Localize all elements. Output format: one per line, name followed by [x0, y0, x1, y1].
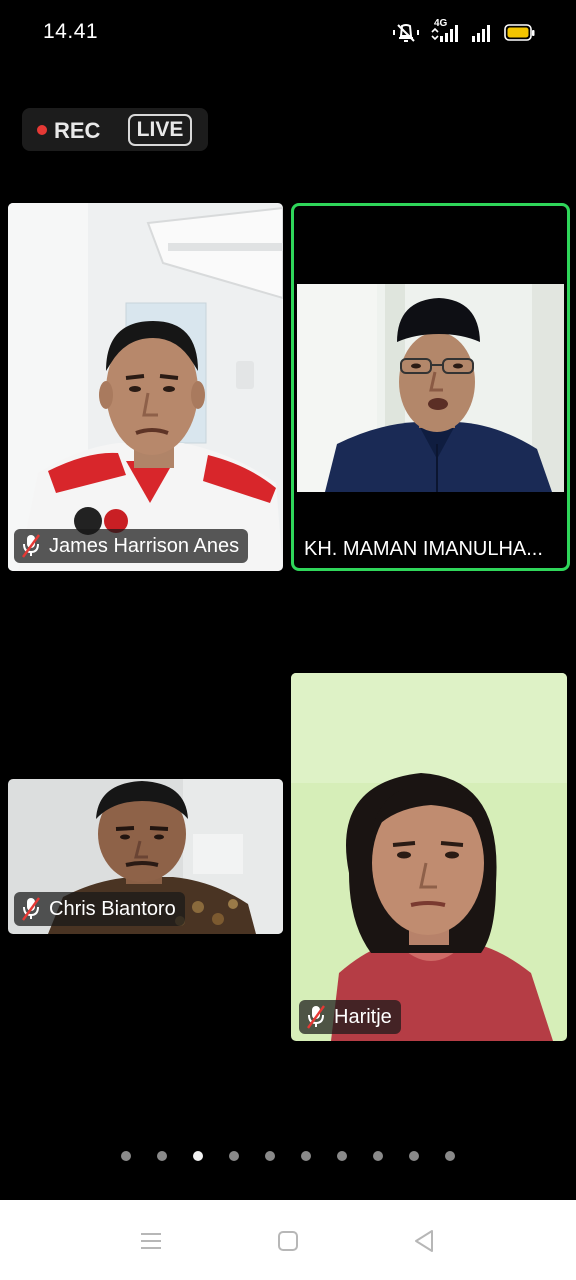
participant-name: Haritje — [334, 1005, 392, 1028]
page-dot[interactable] — [121, 1151, 131, 1161]
participant-name: KH. MAMAN IMANULHA... — [304, 537, 543, 560]
recent-apps-button[interactable] — [134, 1224, 168, 1258]
participant-name-tag: KH. MAMAN IMANULHA... — [298, 532, 552, 566]
page-indicator — [0, 1150, 576, 1162]
participant-name-tag: Chris Biantoro — [14, 892, 185, 926]
menu-icon — [141, 1233, 161, 1249]
vibrate-mute-icon — [392, 22, 420, 44]
video-tile-active-speaker[interactable]: KH. MAMAN IMANULHA... — [291, 203, 570, 571]
status-bar: 14.41 4G — [0, 0, 576, 64]
page-dot[interactable] — [157, 1151, 167, 1161]
page-dot[interactable] — [373, 1151, 383, 1161]
back-triangle-icon — [415, 1230, 433, 1252]
recording-indicator[interactable]: REC LIVE — [22, 108, 208, 151]
mic-muted-icon — [19, 533, 43, 559]
participant-video — [291, 673, 567, 1041]
participant-name-tag: James Harrison Anes — [14, 529, 249, 563]
page-dot[interactable] — [193, 1151, 203, 1161]
video-tile-chris-biantoro[interactable]: Chris Biantoro — [8, 779, 283, 934]
signal-4g-icon: 4G — [430, 18, 460, 44]
status-time: 14.41 — [43, 20, 99, 43]
status-icons: 4G — [392, 18, 536, 44]
video-tile-haritje[interactable]: Haritje — [291, 673, 567, 1041]
network-label: 4G — [434, 18, 448, 29]
page-dot[interactable] — [301, 1151, 311, 1161]
participant-name: James Harrison Anes — [49, 534, 240, 557]
participant-video — [297, 284, 564, 492]
rec-dot-icon — [37, 125, 47, 135]
page-dot[interactable] — [337, 1151, 347, 1161]
mic-muted-icon — [304, 1004, 328, 1030]
square-icon — [278, 1231, 298, 1251]
signal-bars-icon — [470, 22, 494, 44]
rec-label: REC — [54, 118, 101, 143]
page-dot[interactable] — [229, 1151, 239, 1161]
live-badge: LIVE — [128, 114, 192, 146]
page-dot[interactable] — [445, 1151, 455, 1161]
video-tile-james-harrison-anes[interactable]: James Harrison Anes — [8, 203, 283, 571]
mic-muted-icon — [19, 896, 43, 922]
participant-name: Chris Biantoro — [49, 897, 176, 920]
home-button[interactable] — [271, 1224, 305, 1258]
battery-icon — [504, 23, 536, 43]
page-dot[interactable] — [409, 1151, 419, 1161]
navigation-bar — [0, 1200, 576, 1280]
participant-video — [8, 203, 283, 571]
page-dot[interactable] — [265, 1151, 275, 1161]
participant-name-tag: Haritje — [299, 1000, 401, 1034]
back-button[interactable] — [407, 1224, 441, 1258]
participant-video-area — [297, 284, 564, 492]
